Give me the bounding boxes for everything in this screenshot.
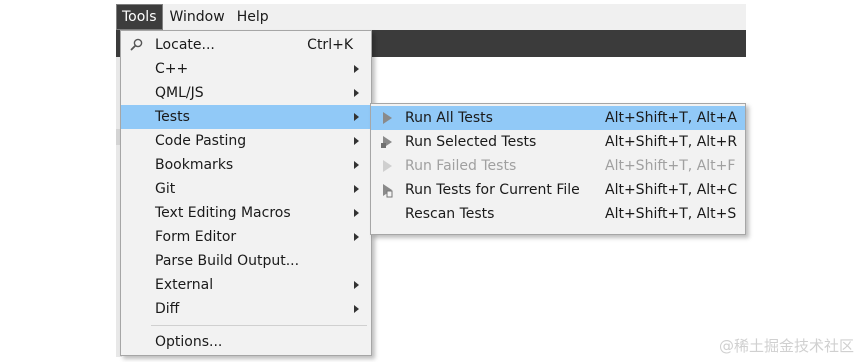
submenu-arrow-icon [354, 305, 359, 313]
submenu-arrow-icon [354, 113, 359, 121]
menu-item-label: Code Pasting [155, 133, 247, 149]
menu-item-run-failed-tests[interactable]: Run Failed Tests Alt+Shift+T, Alt+F [371, 154, 745, 178]
menu-item-label: Parse Build Output... [155, 253, 300, 269]
shortcut-label: Ctrl+K [307, 37, 353, 53]
submenu-arrow-icon [354, 137, 359, 145]
menu-item-form-editor[interactable]: Form Editor [121, 225, 371, 249]
menu-item-run-tests-current-file[interactable]: Run Tests for Current File Alt+Shift+T, … [371, 178, 745, 202]
shortcut-label: Alt+Shift+T, Alt+S [605, 206, 737, 222]
menu-bar: Tools Window Help [116, 4, 746, 30]
shortcut-label: Alt+Shift+T, Alt+C [605, 182, 738, 198]
menu-item-label: External [155, 277, 214, 293]
menu-window[interactable]: Window [165, 5, 230, 29]
menu-item-parse-build-output[interactable]: Parse Build Output... [121, 249, 371, 273]
menu-item-label: Rescan Tests [405, 206, 495, 222]
menu-item-external[interactable]: External [121, 273, 371, 297]
run-file-icon [379, 182, 395, 198]
menu-item-bookmarks[interactable]: Bookmarks [121, 153, 371, 177]
menu-item-run-all-tests[interactable]: Run All Tests Alt+Shift+T, Alt+A [371, 106, 745, 130]
menu-item-tests[interactable]: Tests [121, 105, 371, 129]
submenu-arrow-icon [354, 89, 359, 97]
menu-item-label: Git [155, 181, 176, 197]
submenu-arrow-icon [354, 185, 359, 193]
submenu-arrow-icon [354, 209, 359, 217]
run-selected-icon [379, 134, 395, 150]
menu-item-options[interactable]: Options... [121, 330, 371, 354]
submenu-arrow-icon [354, 281, 359, 289]
menu-item-label: Run Selected Tests [405, 134, 537, 150]
run-failed-icon [379, 158, 395, 174]
tools-menu: Locate... Ctrl+K C++ QML/JS Tests Code P… [120, 30, 372, 356]
menu-item-text-editing-macros[interactable]: Text Editing Macros [121, 201, 371, 225]
menu-item-qmljs[interactable]: QML/JS [121, 81, 371, 105]
submenu-arrow-icon [354, 65, 359, 73]
shortcut-label: Alt+Shift+T, Alt+A [605, 110, 737, 126]
submenu-arrow-icon [354, 233, 359, 241]
submenu-arrow-icon [354, 161, 359, 169]
menu-item-label: Run Failed Tests [405, 158, 517, 174]
tests-submenu: Run All Tests Alt+Shift+T, Alt+A Run Sel… [370, 103, 746, 235]
menu-item-diff[interactable]: Diff [121, 297, 371, 321]
magnifier-icon [129, 37, 145, 53]
menu-item-code-pasting[interactable]: Code Pasting [121, 129, 371, 153]
shortcut-label: Alt+Shift+T, Alt+F [605, 158, 736, 174]
menu-item-run-selected-tests[interactable]: Run Selected Tests Alt+Shift+T, Alt+R [371, 130, 745, 154]
menu-item-label: QML/JS [155, 85, 204, 101]
menu-item-locate[interactable]: Locate... Ctrl+K [121, 33, 371, 57]
menu-item-cpp[interactable]: C++ [121, 57, 371, 81]
menu-item-label: Options... [155, 334, 223, 350]
menu-item-label: Run All Tests [405, 110, 493, 126]
menu-item-label: Locate... [155, 37, 215, 53]
menu-item-git[interactable]: Git [121, 177, 371, 201]
menu-help[interactable]: Help [232, 5, 274, 29]
menu-tools[interactable]: Tools [116, 4, 163, 30]
menu-item-label: Bookmarks [155, 157, 234, 173]
menu-item-label: Diff [155, 301, 180, 317]
menu-item-label: C++ [155, 61, 189, 77]
menu-item-rescan-tests[interactable]: Rescan Tests Alt+Shift+T, Alt+S [371, 202, 745, 226]
menu-item-label: Run Tests for Current File [405, 182, 580, 198]
menu-item-label: Text Editing Macros [155, 205, 291, 221]
menu-item-label: Form Editor [155, 229, 237, 245]
run-icon [379, 110, 395, 126]
menu-separator [151, 325, 367, 326]
shortcut-label: Alt+Shift+T, Alt+R [605, 134, 738, 150]
menu-item-label: Tests [155, 109, 190, 125]
watermark-text: @稀土掘金技术社区 [718, 337, 854, 355]
